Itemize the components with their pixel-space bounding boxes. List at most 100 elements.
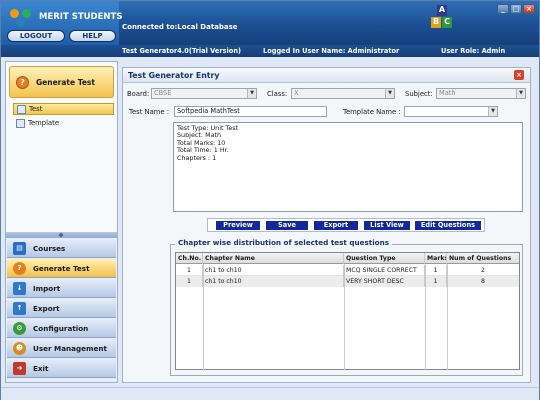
close-icon[interactable]: × — [523, 4, 535, 14]
export-icon: ↑ — [13, 302, 26, 315]
template-name-label: Template Name : — [343, 108, 401, 116]
summary-line: Subject: Math — [177, 131, 222, 140]
class-label: Class: — [267, 90, 288, 98]
app-name: MERIT STUDENTS — [39, 12, 123, 22]
column-divider — [203, 264, 204, 370]
panel-title-bar: Test Generator Entry × — [123, 68, 530, 83]
sidebar-splitter[interactable] — [6, 232, 117, 238]
column-divider — [447, 264, 448, 370]
column-divider — [344, 264, 345, 370]
column-header[interactable]: Num of Questions — [447, 253, 519, 264]
nav-item-courses[interactable]: ▤ Courses — [7, 239, 116, 258]
table-cell: 2 — [481, 267, 485, 274]
test-generator-panel: Test Generator Entry × Board: CBSE ▼ Cla… — [122, 67, 531, 383]
splitter-handle-icon — [58, 232, 64, 238]
subject-value: Math — [439, 89, 456, 97]
subject-select[interactable]: Math ▼ — [436, 88, 526, 99]
table-cell: 8 — [481, 278, 485, 285]
table-cell: 1 — [176, 265, 203, 276]
test-page-icon — [17, 105, 26, 114]
connection-status: Connected to:Local Database — [122, 23, 238, 31]
courses-icon: ▤ — [13, 242, 26, 255]
sidebar-section-header[interactable]: ? Generate Test — [9, 66, 114, 98]
left-strip — [1, 45, 119, 57]
column-header[interactable]: Marks — [425, 253, 447, 264]
nav-item-configuration[interactable]: ⚙ Configuration — [7, 319, 116, 338]
summary-line: Chapters : 1 — [177, 153, 217, 162]
table-row[interactable]: 1 ch1 to ch10 MCQ SINGLE CORRECT 1 2 — [176, 265, 519, 276]
test-name-input[interactable]: Softpedia MathTest — [174, 106, 327, 117]
chevron-down-icon: ▼ — [385, 89, 394, 98]
column-divider — [425, 264, 426, 370]
nav-item-export[interactable]: ↑ Export — [7, 299, 116, 318]
table-cell: 1 — [425, 265, 447, 276]
edit-questions-button[interactable]: Edit Questions — [415, 221, 481, 230]
import-icon: ↓ — [13, 282, 26, 295]
close-panel-icon[interactable]: × — [514, 70, 524, 80]
nav-item-user-management[interactable]: ☻ User Management — [7, 339, 116, 358]
column-header[interactable]: Question Type — [344, 253, 425, 264]
panel-title: Test Generator Entry — [128, 71, 220, 80]
board-label: Board: — [127, 90, 150, 98]
table-row[interactable]: 1 ch1 to ch10 VERY SHORT DESC 1 8 — [176, 276, 519, 287]
exit-icon: ➜ — [13, 362, 26, 375]
class-select[interactable]: X ▼ — [291, 88, 395, 99]
sidebar-section-title: Generate Test — [36, 78, 95, 87]
sidebar-subitem-label: Template — [28, 119, 60, 127]
board-value: CBSE — [154, 89, 172, 97]
summary-line: Total Time: 1 Hr. — [177, 146, 229, 155]
nav-label: Exit — [33, 364, 49, 373]
template-icon — [16, 119, 25, 128]
users-icon: ☻ — [13, 342, 26, 355]
minimize-icon[interactable]: _ — [497, 4, 509, 14]
sidebar-subitem-test[interactable]: Test — [13, 103, 114, 115]
action-toolbar: Preview Save Export List View Edit Quest… — [207, 218, 485, 232]
maximize-icon[interactable]: □ — [510, 4, 522, 14]
nav-label: Import — [33, 284, 61, 293]
merit-logo-icon — [10, 9, 34, 29]
sidebar-top-panel: ? Generate Test Test Template — [6, 62, 117, 232]
question-icon: ? — [16, 76, 29, 89]
sidebar-subitem-label: Test — [29, 105, 43, 113]
export-button[interactable]: Export — [314, 221, 358, 230]
chevron-down-icon: ▼ — [247, 89, 256, 98]
table-cell: 1 — [176, 276, 203, 287]
table-cell: ch1 to ch10 — [203, 276, 344, 287]
nav-label: User Management — [33, 344, 107, 353]
configuration-icon: ⚙ — [13, 322, 26, 335]
summary-line: Test Type: Unit Test — [177, 124, 239, 132]
list-view-button[interactable]: List View — [364, 221, 410, 230]
nav-label: Configuration — [33, 324, 89, 333]
template-name-select[interactable]: ▼ — [404, 106, 498, 117]
table-cell: ch1 to ch10 — [203, 265, 344, 276]
status-bar — [1, 387, 539, 400]
logout-button[interactable]: LOGOUT — [7, 30, 65, 42]
chevron-down-icon: ▼ — [516, 89, 525, 98]
logged-in-user: Logged In User Name: Administrator — [263, 47, 400, 55]
abc-blocks-icon: A B C — [431, 5, 453, 29]
logo-area: MERIT STUDENTS LOGOUT HELP — [1, 1, 123, 45]
board-select[interactable]: CBSE ▼ — [151, 88, 257, 99]
nav-item-exit[interactable]: ➜ Exit — [7, 359, 116, 378]
nav-item-generate-test[interactable]: ? Generate Test — [7, 259, 116, 278]
version-text: Test Generator4.0(Trial Version) — [122, 47, 242, 55]
app-window: MERIT STUDENTS LOGOUT HELP Connected to:… — [0, 0, 540, 400]
save-button[interactable]: Save — [266, 221, 308, 230]
help-button[interactable]: HELP — [69, 30, 116, 42]
test-name-label: Test Name : — [129, 108, 170, 116]
column-header[interactable]: Chapter Name — [203, 253, 344, 264]
sidebar-subitem-template[interactable]: Template — [13, 118, 114, 130]
preview-button[interactable]: Preview — [216, 221, 260, 230]
chevron-down-icon: ▼ — [488, 107, 497, 116]
nav-item-import[interactable]: ↓ Import — [7, 279, 116, 298]
window-controls: _ □ × — [497, 4, 535, 14]
table-cell: VERY SHORT DESC — [344, 276, 425, 287]
test-summary-textarea[interactable]: Test Type: Unit Test Subject: Math Total… — [173, 122, 523, 212]
distribution-legend: Chapter wise distribution of selected te… — [175, 238, 393, 247]
nav-label: Generate Test — [33, 264, 90, 273]
column-header[interactable]: Ch.No. — [176, 253, 203, 264]
table-cell: 1 — [425, 276, 447, 287]
nav-label: Courses — [33, 244, 66, 253]
table-cell: MCQ SINGLE CORRECT — [344, 265, 425, 276]
distribution-table: Ch.No. Chapter Name Question Type Marks … — [175, 252, 520, 370]
